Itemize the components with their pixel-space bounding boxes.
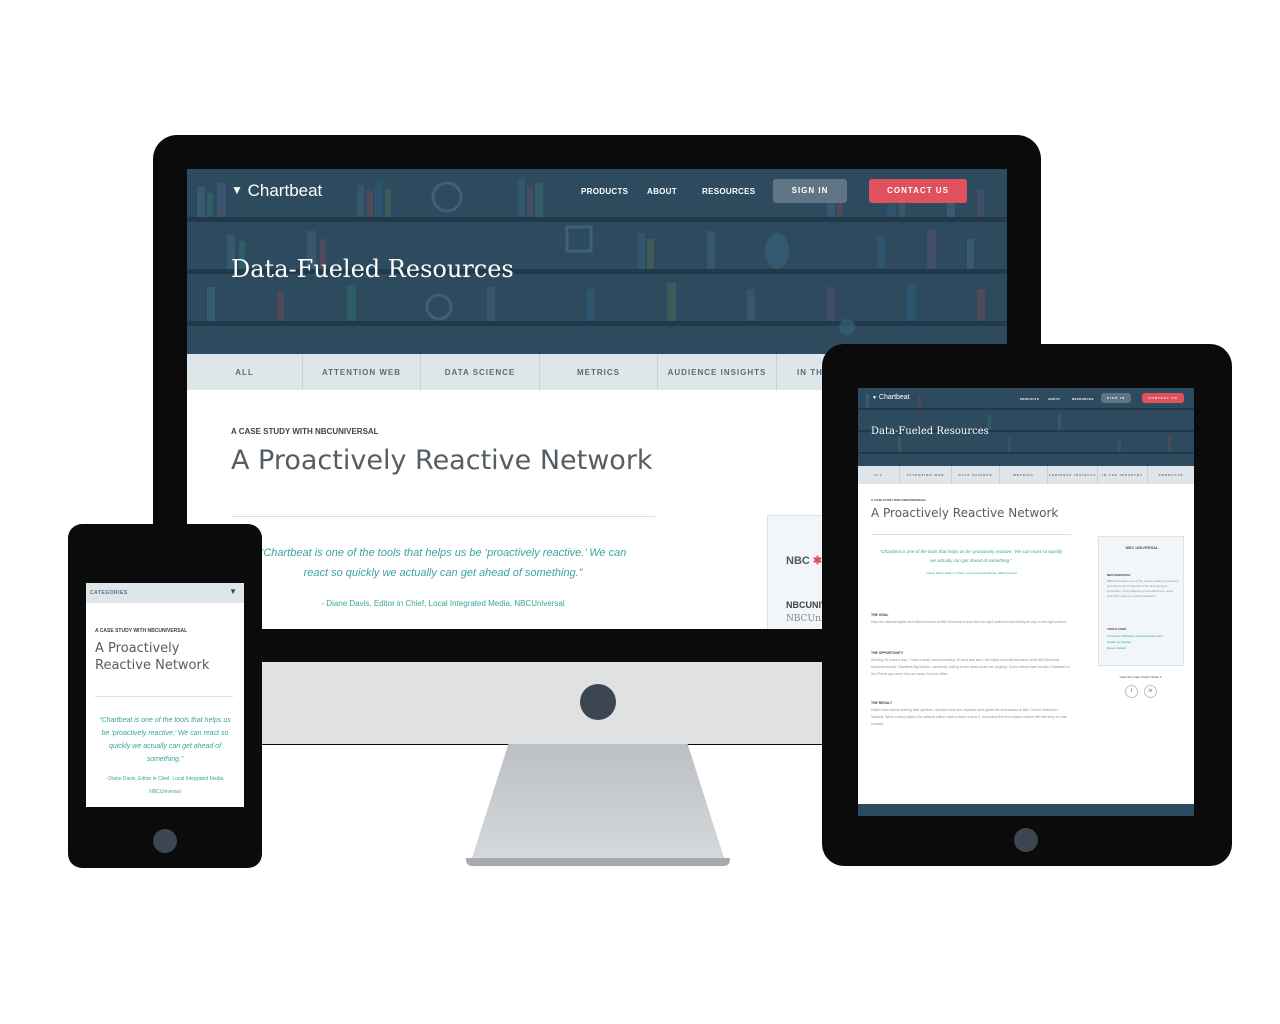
tablet-company-card: NBC UNIVERSAL NBCUNIVERSAL NBCUniversal … (1098, 536, 1184, 666)
tablet-nav-products[interactable]: PRODUCTS (1020, 397, 1039, 401)
tablet-sign-in-button[interactable]: SIGN IN (1101, 393, 1131, 403)
tablet-tab-all[interactable]: ALL (858, 466, 900, 484)
tablet-contact-us-button[interactable]: CONTACT US (1142, 393, 1184, 403)
tablet-pull-quote: “Chartbeat is one of the tools that help… (879, 549, 1063, 563)
tablet-brand-name: Chartbeat (878, 394, 910, 401)
tablet-tab-data-science[interactable]: DATA SCIENCE (952, 466, 1000, 484)
tablet-quote-attribution: - Diane Davis, Editor in Chief, Local In… (925, 571, 1017, 575)
tool-link-report-builder[interactable]: Report Builder (1107, 645, 1179, 651)
peacock-icon: ✱ (812, 555, 823, 567)
tablet-share-prompt: Liked this Case Study? Share it. (1119, 675, 1163, 679)
twitter-icon[interactable]: t (1125, 685, 1138, 698)
nav-products[interactable]: PRODUCTS (581, 187, 628, 196)
nav-about[interactable]: ABOUT (647, 187, 677, 196)
linkedin-icon[interactable]: in (1144, 685, 1157, 698)
tablet-article-body: THE GOAL Help the national digital and e… (871, 612, 1071, 728)
apple-logo-icon (580, 684, 616, 720)
tab-attention-web[interactable]: ATTENTION WEB (303, 354, 421, 390)
tablet-tab-attention-web[interactable]: ATTENTION WEB (900, 466, 952, 484)
phone-categories-dropdown[interactable]: CATEGORIES ▼ (86, 583, 244, 603)
tablet-category-nav: ALL ATTENTION WEB DATA SCIENCE METRICS A… (858, 466, 1194, 484)
pull-quote: “Chartbeat is one of the tools that help… (231, 543, 655, 583)
page-title: Data-Fueled Resources (231, 255, 514, 283)
nav-resources[interactable]: RESOURCES (702, 187, 755, 196)
pull-quote-line-1: “Chartbeat is one of the tools that help… (259, 547, 627, 559)
tablet-screen: ▼ Chartbeat PRODUCTS ABOUT RESOURCES SIG… (858, 388, 1194, 816)
chartbeat-logo[interactable]: ▼ Chartbeat (231, 181, 322, 201)
tablet-nbcuniversal-logo: NBC UNIVERSAL (1125, 545, 1159, 550)
tablet-nav-about[interactable]: ABOUT (1048, 397, 1060, 401)
phone-pull-quote: “Chartbeat is one of the tools that help… (99, 717, 231, 763)
phone-home-button (153, 829, 177, 853)
title-divider (231, 516, 655, 517)
sign-in-button[interactable]: SIGN IN (773, 179, 847, 203)
nbc-logo-text: NBC (786, 555, 810, 567)
tablet-tools-list: Chartbeat Publishing: Editorial Dashboar… (1107, 633, 1179, 651)
tablet-hero-banner: ▼ Chartbeat PRODUCTS ABOUT RESOURCES SIG… (858, 388, 1194, 466)
phone-title-divider (95, 696, 233, 697)
tablet-tab-products[interactable]: PRODUCTS (1148, 466, 1194, 484)
phone-case-study-title: A Proactively Reactive Network (95, 641, 210, 673)
tablet-page-title: Data-Fueled Resources (871, 426, 989, 437)
pull-quote-line-2: react so quickly we actually can get ahe… (303, 567, 583, 579)
contact-us-button[interactable]: CONTACT US (869, 179, 967, 203)
tablet-title-divider (871, 534, 1071, 535)
hero-banner: ▼ Chartbeat PRODUCTS ABOUT RESOURCES SIG… (187, 169, 1007, 354)
tablet-chartbeat-logo-icon: ▼ (872, 395, 877, 401)
chartbeat-logo-icon: ▼ (231, 183, 243, 197)
phone-categories-label: CATEGORIES (90, 590, 128, 596)
nbcuniversal-logo: NBC ✱ (786, 554, 822, 567)
tablet-tab-metrics[interactable]: METRICS (1000, 466, 1048, 484)
company-heading: NBCUNIV (786, 600, 828, 610)
tab-data-science[interactable]: DATA SCIENCE (421, 354, 540, 390)
chevron-down-icon: ▼ (229, 587, 237, 596)
result-heading: THE RESULT (871, 701, 893, 705)
opportunity-body: Working 24 hours a day, 7 days a week, a… (871, 658, 1070, 676)
tab-metrics[interactable]: METRICS (540, 354, 658, 390)
tablet-chartbeat-logo[interactable]: ▼ Chartbeat (872, 394, 910, 401)
brand-name: Chartbeat (247, 181, 323, 200)
tablet-tools-heading: TOOLS USED (1107, 627, 1127, 631)
phone-quote-attribution: - Diane Davis, Editor in Chief, Local In… (105, 776, 225, 795)
goal-body: Help the national digital and editorial … (871, 620, 1067, 624)
case-study-title: A Proactively Reactive Network (231, 445, 653, 476)
opportunity-heading: THE OPPORTUNITY (871, 651, 904, 655)
tablet-tab-in-the-industry[interactable]: IN THE INDUSTRY (1098, 466, 1148, 484)
phone-screen: CATEGORIES ▼ A CASE STUDY WITH NBCUNIVER… (86, 583, 244, 807)
tablet-tab-audience-insights[interactable]: AUDIENCE INSIGHTS (1048, 466, 1098, 484)
tablet-footer-strip (858, 804, 1194, 816)
tab-all[interactable]: ALL (187, 354, 303, 390)
phone-case-study-eyebrow: A CASE STUDY WITH NBCUNIVERSAL (95, 628, 188, 634)
tablet-nav-resources[interactable]: RESOURCES (1072, 397, 1094, 401)
goal-heading: THE GOAL (871, 613, 889, 617)
imac-stand (470, 744, 726, 864)
tablet-company-desc: NBCUniversal is one of the world's leadi… (1107, 579, 1179, 598)
tab-audience-insights[interactable]: AUDIENCE INSIGHTS (658, 354, 777, 390)
result-body: Rather than editors sharing their opinio… (871, 708, 1067, 726)
imac-foot (466, 858, 730, 866)
tablet-case-study-eyebrow: A CASE STUDY WITH NBCUNIVERSAL (871, 498, 927, 502)
case-study-eyebrow: A CASE STUDY WITH NBCUNIVERSAL (231, 427, 379, 436)
tablet-company-heading: NBCUNIVERSAL (1107, 573, 1131, 577)
quote-attribution: - Diane Davis, Editor in Chief, Local In… (321, 599, 565, 608)
tablet-home-button (1014, 828, 1038, 852)
tablet-case-study-title: A Proactively Reactive Network (871, 506, 1059, 520)
